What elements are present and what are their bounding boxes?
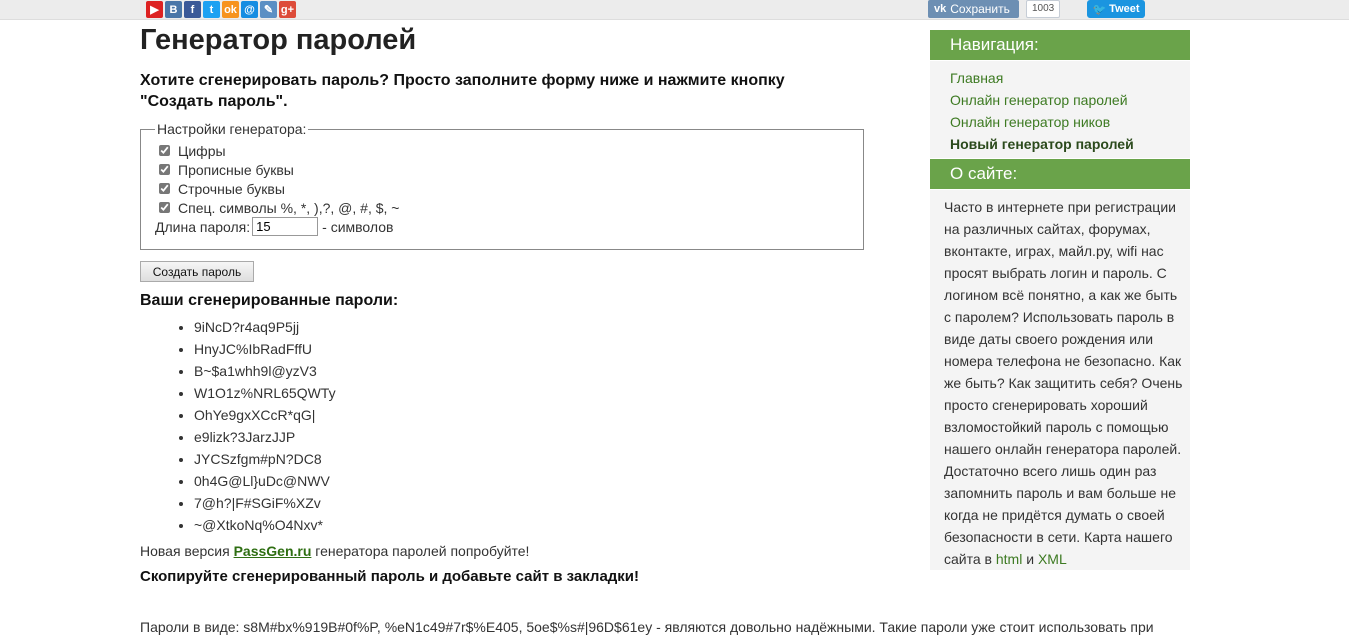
password-item: 7@h?|F#SGiF%XZv [194,492,336,514]
sidebar-nav-item[interactable]: Новый генератор паролей [930,133,1190,155]
option-label: Строчные буквы [178,180,285,197]
google-plus-icon[interactable]: g+ [279,1,296,18]
lead-text: Хотите сгенерировать пароль? Просто запо… [140,72,785,110]
page-title: Генератор паролей [140,24,417,56]
sidebar-nav-item[interactable]: Онлайн генератор паролей [930,89,1190,111]
about-text: Часто в интернете при регистрации на раз… [944,199,1183,567]
vk-save-label: Сохранить [950,2,1010,16]
password-item: 9iNcD?r4aq9P5jj [194,316,336,338]
twitter-icon[interactable]: t [203,1,220,18]
top-share-bar: ▶ Вf t ok @ ✎ g+ vk Сохранить 1003 🐦 Tweet [0,0,1349,20]
password-item: OhYe9gxXCcR*qG| [194,404,336,426]
option-checkbox[interactable] [159,202,170,213]
about-paragraph: Часто в интернете при регистрации на раз… [944,196,1184,570]
sidebar-nav-item[interactable]: Онлайн генератор ников [930,111,1190,133]
new-version-note: Новая версия PassGen.ru генератора парол… [140,543,529,559]
option-checkbox[interactable] [159,183,170,194]
option-checkbox[interactable] [159,164,170,175]
length-input[interactable] [252,217,319,236]
tweet-button[interactable]: 🐦 Tweet [1087,0,1145,18]
length-row: Длина пароля: - символов [155,217,863,236]
sidebar-about: Часто в интернете при регистрации на раз… [930,190,1190,570]
share-icons: ▶ Вf t ok @ ✎ g+ [146,1,296,18]
odnoklassniki-icon[interactable]: ok [222,1,239,18]
option-label: Спец. символы %, *, ),?, @, #, $, ~ [178,199,400,216]
new-version-prefix: Новая версия [140,543,234,559]
bookmark-note: Скопируйте сгенерированный пароль и доба… [140,568,640,585]
tweet-label: Tweet [1109,3,1140,15]
password-item: 0h4G@Ll}uDc@NWV [194,470,336,492]
password-item: B~$a1whh9l@yzV3 [194,360,336,382]
length-label: Длина пароля: [155,218,251,235]
sitemap-xml-link[interactable]: XML [1038,551,1067,567]
sidebar-nav: Главная Онлайн генератор паролей Онлайн ге… [930,61,1190,158]
sidebar-nav-header: Навигация: [930,30,1190,60]
option-label: Прописные буквы [178,161,294,178]
generate-password-button[interactable]: Создать пароль [140,261,254,282]
mail-icon[interactable]: @ [241,1,258,18]
vk-save-button[interactable]: vk Сохранить [928,0,1019,18]
twitter-bird-icon: 🐦 [1092,3,1107,16]
option-checkbox[interactable] [159,145,170,156]
password-item: JYCSzfgm#pN?DC8 [194,448,336,470]
sitemap-html-link[interactable]: html [996,551,1022,567]
vk-icon: vk [934,3,947,15]
livejournal-icon[interactable]: ✎ [260,1,277,18]
bottom-paragraph: Пароли в виде: s8M#bx%919B#0f%P, %eN1c49… [140,619,1154,635]
password-list: 9iNcD?r4aq9P5jjHnyJC%IbRadFffUB~$a1whh9l… [174,316,336,536]
option-row[interactable]: Строчные буквы [159,179,863,198]
passgen-link[interactable]: PassGen.ru [234,543,312,559]
vk-icon[interactable]: В [165,1,182,18]
new-version-suffix: генератора паролей попробуйте! [311,543,530,559]
sidebar-about-header: О сайте: [930,159,1190,189]
password-item: ~@XtkoNq%O4Nxv* [194,514,336,536]
password-item: HnyJC%IbRadFffU [194,338,336,360]
about-and: и [1022,551,1038,567]
option-label: Цифры [178,142,226,159]
generator-settings: Настройки генератора: Цифры Прописные бук… [140,121,864,250]
youtube-icon[interactable]: ▶ [146,1,163,18]
option-row[interactable]: Цифры [159,141,863,160]
sidebar-nav-item[interactable]: Главная [930,67,1190,89]
facebook-icon[interactable]: f [184,1,201,18]
password-item: W1O1z%NRL65QWTy [194,382,336,404]
results-title: Ваши сгенерированные пароли: [140,292,399,309]
vk-share-count: 1003 [1026,0,1061,18]
settings-legend: Настройки генератора: [157,121,307,137]
password-item: e9lizk?3JarzJJP [194,426,336,448]
option-row[interactable]: Прописные буквы [159,160,863,179]
option-row[interactable]: Спец. символы %, *, ),?, @, #, $, ~ [159,198,863,217]
length-suffix: - символов [322,218,394,235]
